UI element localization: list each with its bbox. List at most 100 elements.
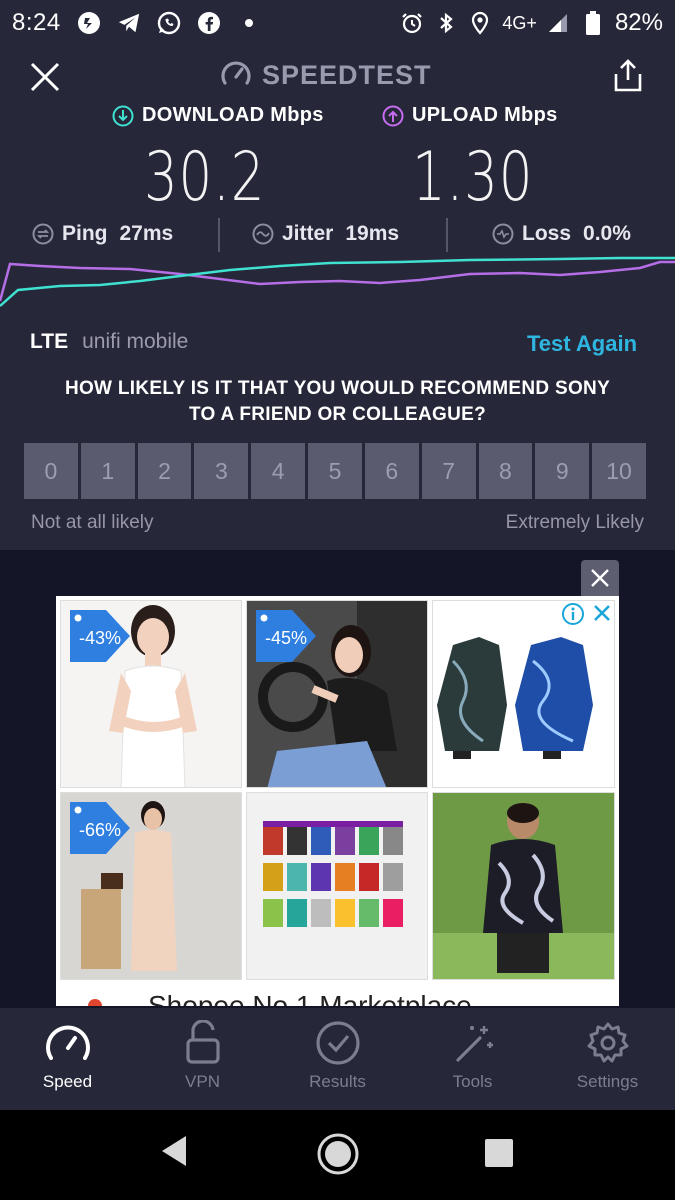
test-again-button[interactable]: Test Again	[527, 331, 637, 357]
nav-tools[interactable]: Tools	[405, 1008, 540, 1110]
app-badge-icon	[77, 11, 101, 35]
upload-arrow-icon	[382, 105, 404, 127]
back-button[interactable]	[160, 1134, 190, 1173]
bluetooth-icon	[434, 11, 458, 35]
recents-button[interactable]	[484, 1138, 514, 1173]
nav-settings[interactable]: Settings	[540, 1008, 675, 1110]
system-navigation-bar	[0, 1110, 675, 1200]
nps-option-0[interactable]: 0	[24, 443, 78, 499]
network-info: LTE unifi mobile	[30, 330, 188, 354]
nps-option-7[interactable]: 7	[421, 443, 476, 499]
loss-stat: Loss 0.0%	[492, 222, 631, 246]
discount-text: -66%	[79, 820, 121, 840]
system-status-icons: 4G+ 82%	[400, 9, 663, 37]
carrier-name: unifi mobile	[82, 330, 189, 353]
discount-badge: -45%	[256, 610, 316, 662]
discount-text: -45%	[265, 628, 307, 648]
nps-high-label: Extremely Likely	[505, 512, 644, 533]
whatsapp-icon	[157, 11, 181, 35]
close-button[interactable]	[28, 60, 62, 94]
back-triangle-icon	[162, 1136, 186, 1166]
nps-option-2[interactable]: 2	[137, 443, 192, 499]
nav-tools-label: Tools	[452, 1072, 493, 1091]
speedtest-result-panel: SPEEDTEST DOWNLOAD Mbps UPLOAD Mbps 30.2…	[0, 46, 675, 550]
alarm-icon	[400, 11, 424, 35]
bottom-nav: Speed VPN Results Tools Settings	[0, 1008, 675, 1110]
nps-option-3[interactable]: 3	[194, 443, 249, 499]
download-header: DOWNLOAD Mbps	[112, 104, 324, 127]
facebook-icon	[197, 11, 221, 35]
battery-icon	[581, 11, 605, 35]
network-type-label: LTE	[30, 330, 69, 353]
discount-badge: -66%	[70, 802, 130, 854]
jitter-label: Jitter	[282, 222, 334, 245]
ad-banner[interactable]: -43% -45% -66% Shopee No.1 Marketplace	[56, 596, 619, 1006]
battery-percent: 82%	[614, 9, 663, 36]
nps-option-8[interactable]: 8	[478, 443, 533, 499]
upload-value: 1.30	[412, 138, 534, 217]
brand-logo: SPEEDTEST	[220, 58, 432, 92]
ad-product-image[interactable]	[432, 792, 615, 980]
home-button[interactable]	[316, 1132, 360, 1181]
share-icon	[614, 59, 642, 92]
nps-option-5[interactable]: 5	[308, 443, 362, 499]
divider	[218, 218, 220, 252]
share-button[interactable]	[610, 58, 646, 94]
ad-area: -43% -45% -66% Shopee No.1 Marketplace	[0, 550, 675, 1008]
download-label: DOWNLOAD Mbps	[142, 104, 324, 126]
ad-product-image[interactable]	[246, 792, 428, 980]
ad-close-button[interactable]	[581, 560, 619, 596]
jitter-value: 19ms	[345, 222, 400, 245]
nav-vpn-label: VPN	[185, 1072, 220, 1091]
survey-question: HOW LIKELY IS IT THAT YOU WOULD RECOMMEN…	[20, 376, 655, 428]
ping-label: Ping	[62, 222, 108, 245]
nps-option-9[interactable]: 9	[535, 443, 590, 499]
survey-question-line1: HOW LIKELY IS IT THAT YOU WOULD RECOMMEN…	[64, 378, 611, 399]
nav-results[interactable]: Results	[270, 1008, 405, 1110]
ad-info-icon[interactable]	[561, 602, 585, 631]
nps-option-10[interactable]: 10	[592, 443, 646, 499]
upload-header: UPLOAD Mbps	[382, 104, 558, 127]
ad-product-image[interactable]	[432, 600, 615, 788]
status-time: 8:24	[12, 9, 61, 36]
discount-text: -43%	[79, 628, 121, 648]
nps-option-4[interactable]: 4	[251, 443, 306, 499]
ad-dismiss-icon[interactable]	[591, 602, 613, 629]
check-circle-icon	[315, 1021, 360, 1065]
nps-scale: 0 1 2 3 4 5 6 7 8 9 10	[24, 443, 646, 499]
upload-label: UPLOAD Mbps	[412, 104, 558, 126]
upload-graph-line	[0, 260, 675, 302]
close-icon	[30, 62, 60, 92]
nav-speed-label: Speed	[42, 1072, 93, 1091]
download-value: 30.2	[144, 138, 266, 217]
magic-wand-icon	[455, 1026, 493, 1062]
speedometer-logo-icon	[221, 61, 251, 85]
ping-value: 27ms	[119, 222, 174, 245]
nav-settings-label: Settings	[576, 1072, 639, 1091]
location-icon	[468, 11, 492, 35]
home-circle-icon	[317, 1133, 359, 1175]
gear-icon	[587, 1022, 628, 1063]
signal-icon	[547, 11, 571, 35]
notification-icons	[77, 11, 261, 35]
loss-value: 0.0%	[583, 222, 631, 245]
ping-icon	[32, 223, 54, 245]
loss-label: Loss	[522, 222, 572, 245]
speedometer-icon	[45, 1025, 90, 1060]
ad-caption: Shopee No.1 Marketplace	[148, 990, 472, 1006]
divider	[446, 218, 448, 252]
nav-speed[interactable]: Speed	[0, 1008, 135, 1110]
status-bar: 8:24 4G+ 82%	[0, 0, 675, 46]
telegram-icon	[117, 11, 141, 35]
nps-option-6[interactable]: 6	[364, 443, 419, 499]
nps-low-label: Not at all likely	[31, 512, 154, 533]
latency-stats: Ping 27ms Jitter 19ms Loss 0.0%	[0, 218, 675, 254]
brand-name: SPEEDTEST	[262, 59, 432, 90]
ping-stat: Ping 27ms	[32, 222, 173, 246]
discount-badge: -43%	[70, 610, 130, 662]
close-icon	[591, 569, 609, 587]
nps-option-1[interactable]: 1	[80, 443, 135, 499]
nav-vpn[interactable]: VPN	[135, 1008, 270, 1110]
download-arrow-icon	[112, 105, 134, 127]
dot-icon	[237, 11, 261, 35]
